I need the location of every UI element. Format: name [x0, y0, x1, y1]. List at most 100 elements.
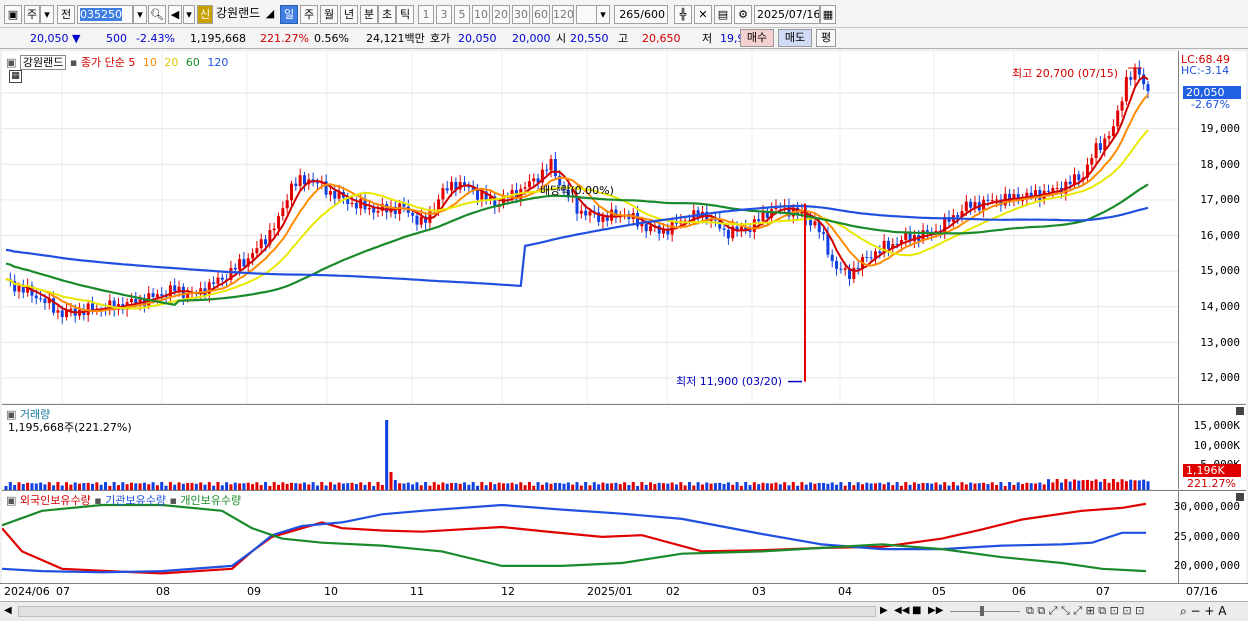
date-label: 12 — [501, 585, 515, 598]
count-input[interactable]: 265/600 — [614, 5, 668, 24]
eval-button[interactable]: 평 — [816, 29, 836, 47]
date-label: 05 — [932, 585, 946, 598]
y-tick: 30,000,000 — [1173, 500, 1240, 513]
code-dropdown-icon[interactable]: ▾ — [133, 5, 147, 24]
volume-bar — [320, 482, 324, 490]
bid-price-2: 20,000 — [512, 32, 551, 45]
volume-bar — [367, 482, 371, 490]
date-label: 09 — [247, 585, 261, 598]
y-tick: 18,000 — [1200, 158, 1240, 171]
tool-icons[interactable]: ⧉ ⧉ ⤢ ⤡ ⤢ ⊞ ⧉ ⊡ ⊡ ⊡ — [1026, 604, 1144, 618]
save-icon[interactable]: ▤ — [714, 5, 732, 24]
interval-1[interactable]: 1 — [418, 5, 434, 24]
volume-bar — [592, 482, 596, 490]
price-chart-svg — [2, 51, 1178, 403]
close-icon[interactable] — [1236, 407, 1244, 415]
interval-60[interactable]: 60 — [532, 5, 550, 24]
volume-panel[interactable] — [2, 404, 1178, 490]
volume-bar — [1055, 479, 1059, 490]
candle-body — [835, 261, 839, 269]
institution-holding-line — [2, 503, 1146, 574]
candle-body — [216, 277, 220, 284]
volume-bar — [912, 482, 916, 490]
calendar-icon[interactable]: ▦ — [820, 5, 836, 24]
zoom-icons[interactable]: ⌕ − + A — [1180, 604, 1226, 619]
candle-body — [372, 207, 376, 213]
volume-bar — [1124, 481, 1128, 490]
crosshair-icon[interactable]: ✕ — [694, 5, 712, 24]
zoom-slider[interactable] — [950, 611, 1020, 612]
volume-bar — [337, 482, 341, 490]
date-input[interactable]: 2025/07/16 — [754, 5, 820, 24]
zoom-handle[interactable] — [980, 606, 984, 616]
code-input[interactable]: 035250 — [77, 5, 133, 24]
interval-custom[interactable] — [576, 5, 598, 24]
volume-bar — [1098, 481, 1102, 490]
speaker-icon[interactable]: ◀ — [168, 5, 182, 24]
open-label: 시 — [556, 32, 567, 45]
rewind-icon[interactable]: ◀◀ — [894, 605, 909, 616]
period-select[interactable]: 주 — [24, 5, 40, 24]
interval-20[interactable]: 20 — [492, 5, 510, 24]
interval-120[interactable]: 120 — [552, 5, 574, 24]
candle-body — [367, 207, 371, 210]
volume-bar — [346, 483, 350, 490]
interval-10[interactable]: 10 — [472, 5, 490, 24]
candle-body — [441, 188, 445, 200]
tab-minute[interactable]: 분 — [360, 5, 378, 24]
calculator-icon[interactable]: ▦ — [9, 70, 22, 83]
volume-value: 1,195,668 — [190, 32, 246, 45]
volume-bar — [242, 483, 246, 490]
tab-day[interactable]: 일 — [280, 5, 298, 24]
interval-dropdown-icon[interactable]: ▾ — [596, 5, 610, 24]
open-price: 20,550 — [570, 32, 609, 45]
candle-body — [328, 190, 332, 195]
search-icon[interactable]: 🔍︎ — [148, 5, 166, 24]
candle-body — [865, 257, 869, 259]
volume-bar — [216, 482, 220, 490]
price-chart-panel[interactable] — [2, 51, 1178, 403]
sell-button[interactable]: 매도 — [778, 29, 812, 47]
volume-bar — [56, 482, 60, 490]
scroll-track[interactable] — [18, 606, 876, 617]
tab-year[interactable]: 년 — [340, 5, 358, 24]
chevron-down-icon[interactable]: ▾ — [40, 5, 54, 24]
scroll-bar[interactable]: ◀ ▶ ◀◀ ■ ▶▶ ⧉ ⧉ ⤢ ⤡ ⤢ ⊞ ⧉ ⊡ ⊡ ⊡ ⌕ − + A — [0, 601, 1248, 621]
buy-button[interactable]: 매수 — [740, 29, 774, 47]
volume-bar — [207, 482, 211, 490]
tab-week[interactable]: 주 — [300, 5, 318, 24]
scroll-left-icon[interactable]: ◀ — [4, 605, 12, 616]
volume-bar — [398, 483, 402, 490]
volume-bar — [1059, 482, 1063, 490]
volume-bar — [774, 482, 778, 490]
candle-body — [437, 199, 441, 210]
volume-bar — [497, 482, 501, 490]
layout-icon[interactable]: ▣ — [4, 5, 22, 24]
legend-ma5: 5 — [128, 56, 136, 69]
trade-amount: 24,121백만 — [366, 32, 425, 45]
speaker-dropdown-icon[interactable]: ▾ — [183, 5, 195, 24]
volume-bar — [441, 482, 445, 490]
legend-individual: 개인보유수량 — [180, 494, 242, 507]
stock-arrow-icon[interactable]: ◢ — [264, 5, 276, 24]
tab-second[interactable]: 초 — [378, 5, 396, 24]
gear-icon[interactable]: ⚙ — [734, 5, 752, 24]
interval-5[interactable]: 5 — [454, 5, 470, 24]
play-icon[interactable]: ▶ — [880, 605, 888, 616]
tab-tick[interactable]: 틱 — [396, 5, 414, 24]
interval-30[interactable]: 30 — [512, 5, 530, 24]
volume-bar — [281, 482, 285, 490]
legend-stock-name[interactable]: 강원랜드 — [19, 55, 67, 70]
candle-body — [354, 202, 358, 209]
volume-bar — [86, 482, 90, 490]
stop-icon[interactable]: ■ — [912, 605, 921, 616]
candle-body — [1051, 188, 1055, 192]
interval-3[interactable]: 3 — [436, 5, 452, 24]
prev-button[interactable]: 전 — [57, 5, 75, 24]
volume-bar — [30, 483, 34, 490]
candle-icon[interactable]: ╬ — [674, 5, 692, 24]
date-label: 07 — [56, 585, 70, 598]
date-label: 07 — [1096, 585, 1110, 598]
tab-month[interactable]: 월 — [320, 5, 338, 24]
forward-icon[interactable]: ▶▶ — [928, 605, 943, 616]
